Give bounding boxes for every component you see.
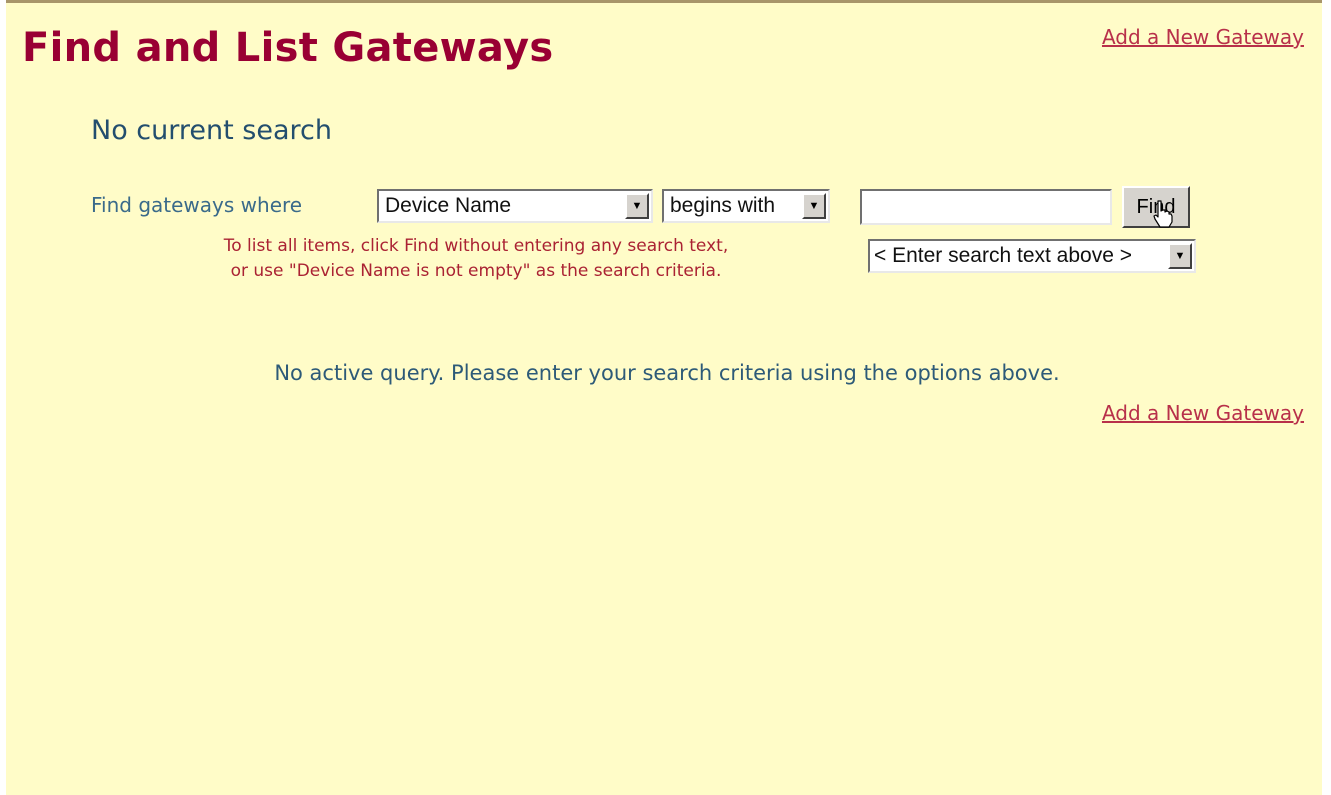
operator-select[interactable]: begins with ▼ xyxy=(662,189,830,223)
no-query-message: No active query. Please enter your searc… xyxy=(274,361,1060,385)
saved-search-select[interactable]: < Enter search text above > ▼ xyxy=(868,239,1196,273)
add-gateway-link-top[interactable]: Add a New Gateway xyxy=(1102,25,1304,49)
chevron-down-icon[interactable]: ▼ xyxy=(802,193,826,219)
help-line-1: To list all items, click Find without en… xyxy=(223,236,729,256)
hand-pointer-cursor-icon xyxy=(1153,200,1173,228)
help-line-2: or use "Device Name is not empty" as the… xyxy=(230,261,722,281)
operator-select-value: begins with xyxy=(670,194,776,217)
saved-search-select-value: < Enter search text above > xyxy=(874,244,1132,267)
search-text-input[interactable] xyxy=(860,189,1112,225)
chevron-down-icon[interactable]: ▼ xyxy=(1168,243,1192,269)
field-select-value: Device Name xyxy=(385,194,512,217)
search-status-heading: No current search xyxy=(91,115,332,146)
search-help-text: To list all items, click Find without en… xyxy=(166,234,786,284)
page-title: Find and List Gateways xyxy=(22,25,554,71)
find-criteria-label: Find gateways where xyxy=(91,193,303,217)
add-gateway-link-bottom[interactable]: Add a New Gateway xyxy=(1102,401,1304,425)
field-select[interactable]: Device Name ▼ xyxy=(377,189,653,223)
chevron-down-icon[interactable]: ▼ xyxy=(625,193,649,219)
gateway-search-page: Find and List Gateways Add a New Gateway… xyxy=(6,0,1322,795)
